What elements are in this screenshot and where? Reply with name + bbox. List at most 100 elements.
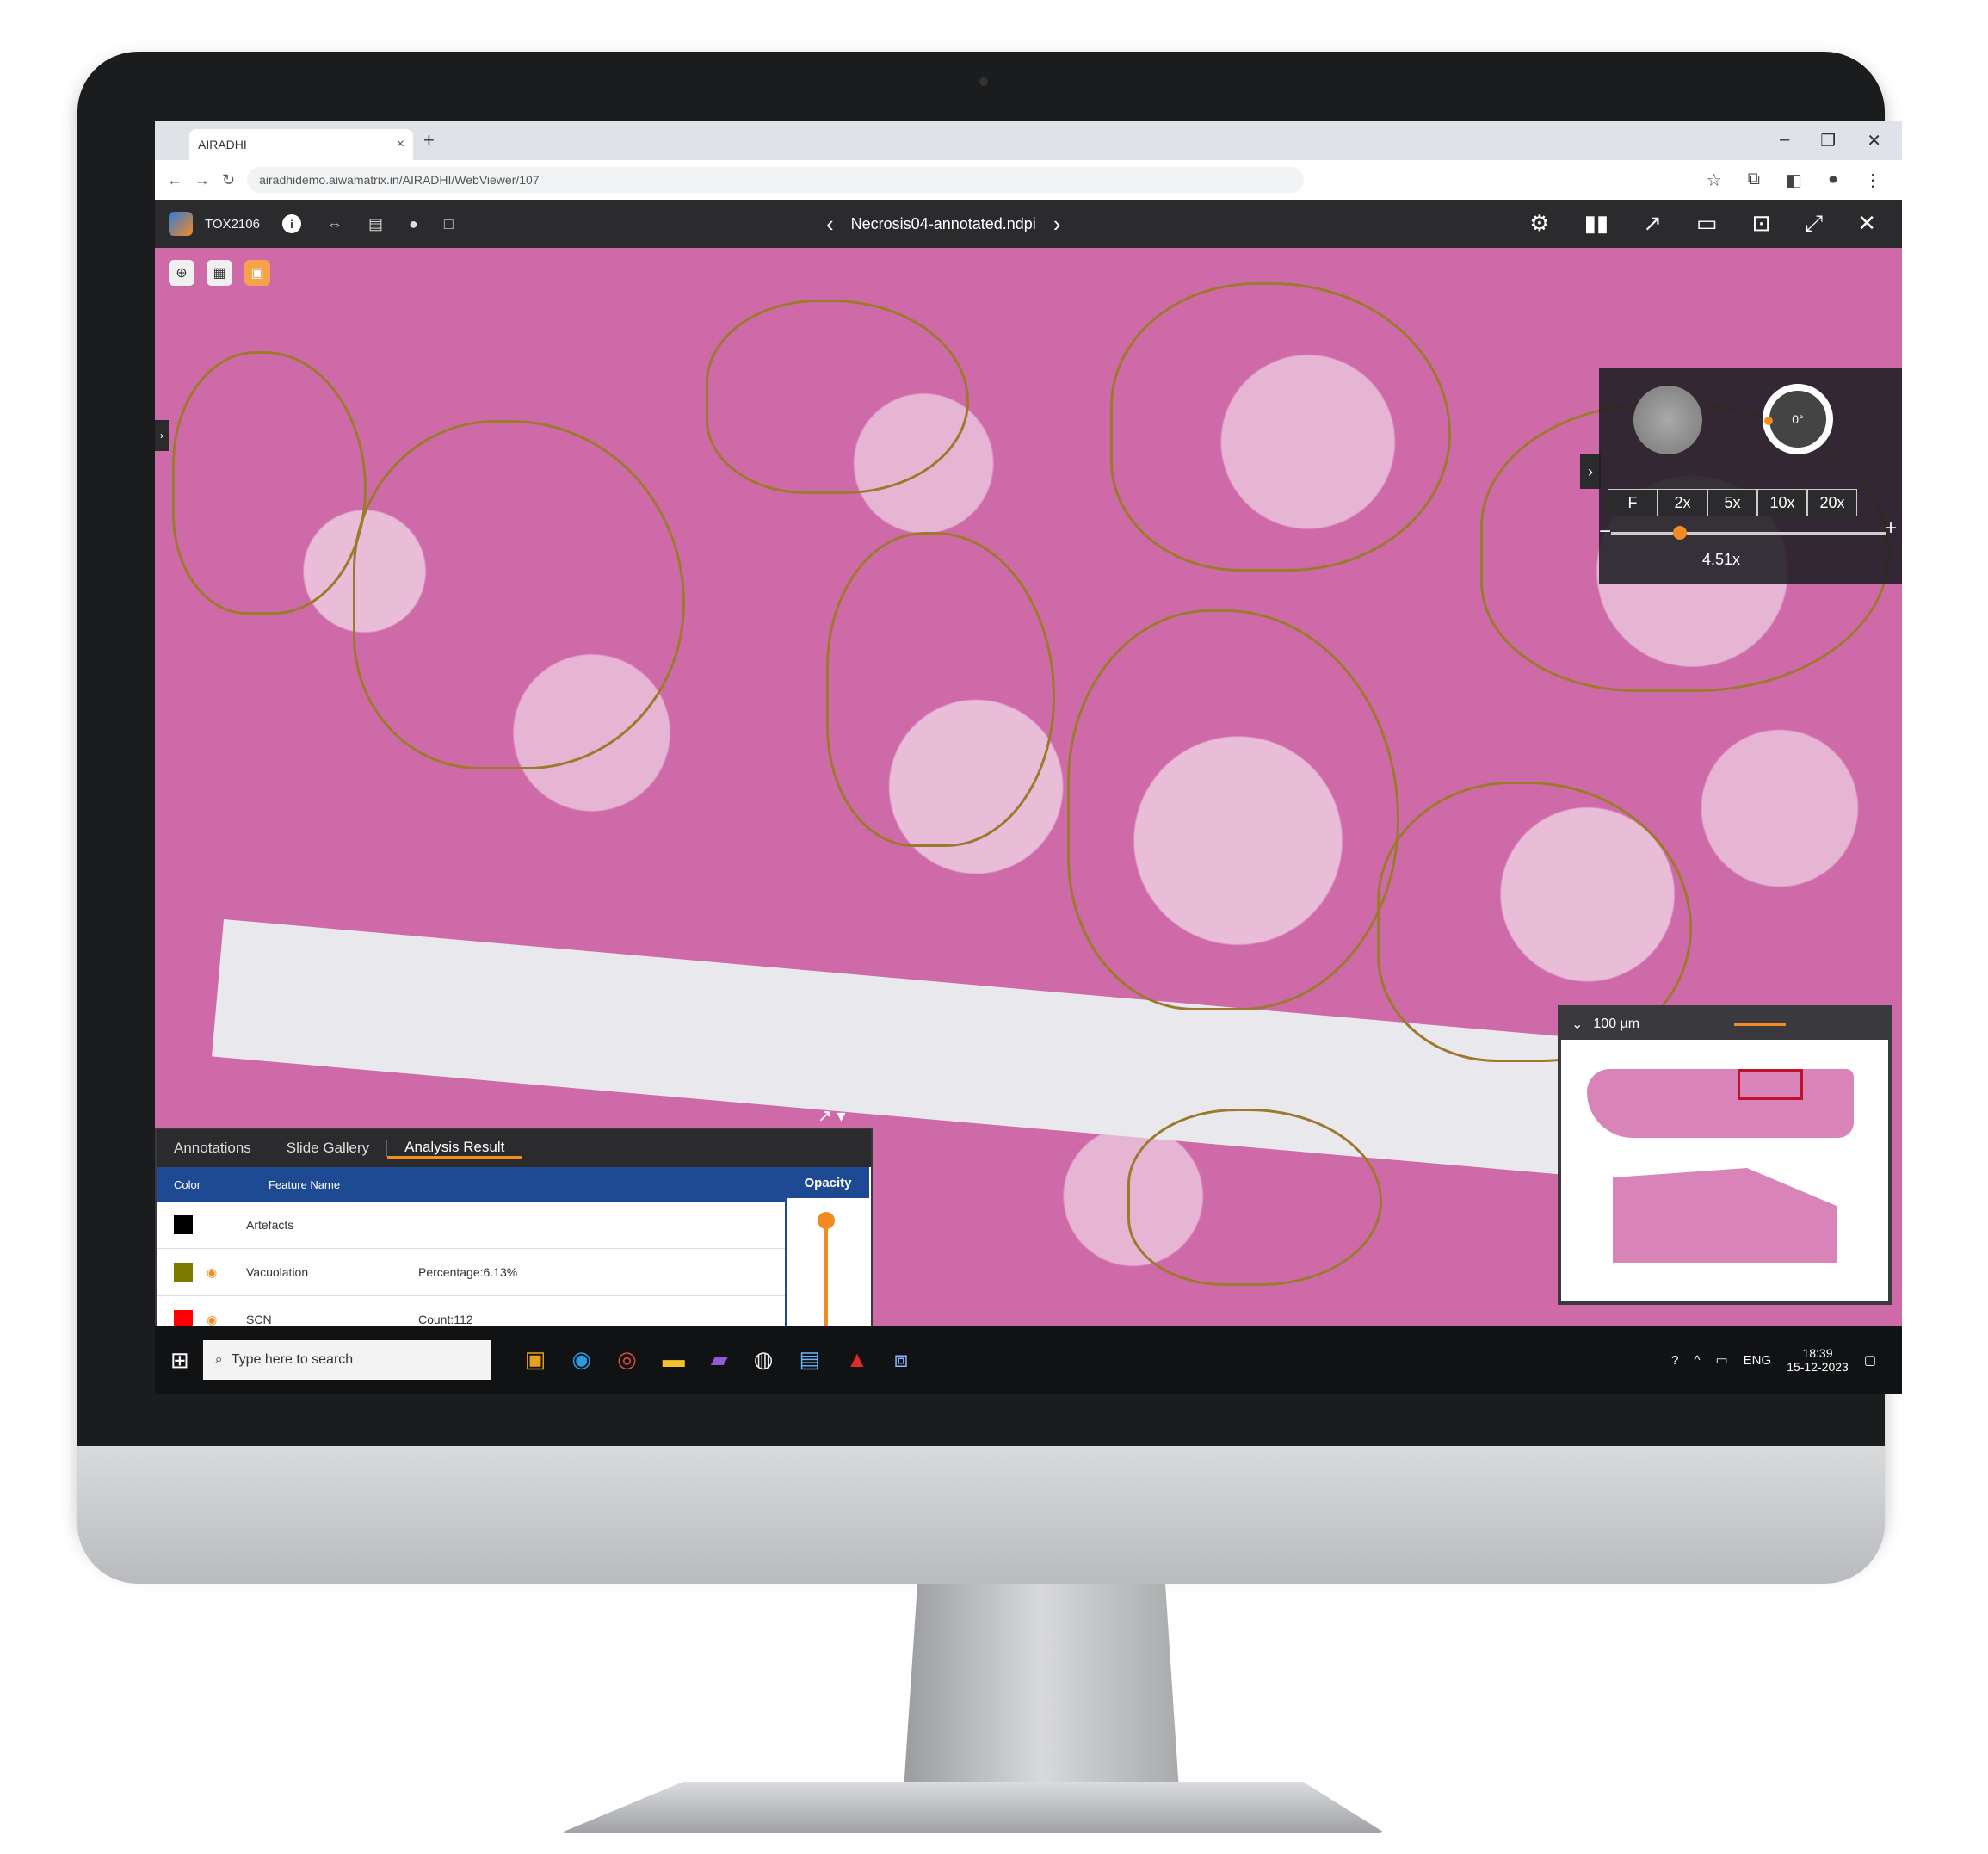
pdf-icon[interactable]: ▲ (846, 1346, 868, 1374)
minimize-button[interactable]: – (1780, 130, 1789, 151)
feature-name: Artefacts (246, 1218, 294, 1232)
left-panel-toggle[interactable]: › (155, 420, 169, 451)
extensions-icon[interactable]: ⧉ (1748, 170, 1760, 191)
file-explorer-icon[interactable]: ▬ (663, 1346, 685, 1374)
annotation-region[interactable] (353, 420, 685, 769)
pinned-apps: ▣ ◉ ◎ ▬ ▰ ◍ ▤ ▲ ⧈ (525, 1346, 909, 1374)
profile-avatar[interactable]: ● (1828, 170, 1838, 191)
zoom-out-icon[interactable]: − (1599, 520, 1611, 544)
browser-tab[interactable]: AIRADHI × (189, 129, 413, 160)
slide-minimap[interactable]: ⌄ 100 µm (1558, 1005, 1892, 1305)
zoom-20x-button[interactable]: 20x (1807, 489, 1857, 516)
analytics-chart-icon[interactable]: ▮▮ (1584, 210, 1609, 238)
tab-analysis-result[interactable]: Analysis Result (387, 1138, 523, 1159)
annotation-region[interactable] (1067, 609, 1399, 1010)
zoom-panel: 0° F 2x 5x 10x 20x − + 4.51x (1599, 368, 1902, 584)
zoom-panel-toggle[interactable]: › (1580, 454, 1601, 489)
annotation-region[interactable] (172, 351, 367, 615)
annotation-region[interactable] (1110, 282, 1451, 572)
navigation-pad[interactable] (1633, 386, 1702, 454)
webcam (979, 77, 988, 86)
dot-icon[interactable]: ● (409, 215, 418, 233)
new-tab-button[interactable]: + (423, 129, 435, 151)
panel-expand-icon[interactable]: ↗ ▾ (818, 1105, 845, 1127)
fit-width-icon[interactable]: ⇔ (327, 215, 343, 233)
sidebar-icon[interactable]: ◧ (1786, 170, 1802, 191)
grid-view-icon[interactable]: ▤ (368, 215, 383, 233)
chrome-icon[interactable]: ◎ (617, 1346, 637, 1374)
help-icon[interactable]: ? (1671, 1353, 1678, 1368)
monitor-chin (77, 1446, 1885, 1584)
screenshot-icon[interactable]: ⊡ (1752, 210, 1771, 238)
monitor-base (559, 1782, 1386, 1833)
info-icon[interactable]: i (281, 214, 301, 233)
table-row[interactable]: Artefacts (157, 1202, 785, 1249)
rotation-dial[interactable]: 0° (1763, 384, 1833, 454)
zoom-level: 4.51x (1702, 551, 1741, 568)
minimap-collapse-icon[interactable]: ⌄ (1561, 1016, 1593, 1033)
comment-icon[interactable]: ▭ (1696, 210, 1718, 238)
slide-title-nav: ‹ Necrosis04-annotated.ndpi › (809, 200, 1077, 248)
menu-dots-icon[interactable]: ⋮ (1864, 170, 1881, 191)
network-app-icon[interactable]: ⧈ (894, 1346, 909, 1374)
image-tool-icon[interactable]: ▦ (207, 260, 232, 286)
slide-viewer[interactable]: ⊕ ▦ ▣ › › 0° F 2x 5x 10x 20x − + 4.51x ⌄… (155, 248, 1902, 1394)
notification-icon[interactable]: ▢ (1864, 1352, 1876, 1368)
language-indicator[interactable]: ENG (1744, 1353, 1772, 1368)
annotation-region[interactable] (826, 532, 1055, 847)
square-icon[interactable]: □ (444, 215, 454, 233)
feature-name: Vacuolation (246, 1265, 309, 1279)
briefcase-icon[interactable]: ▣ (525, 1346, 546, 1374)
chevron-up-icon[interactable]: ^ (1694, 1353, 1700, 1368)
tab-close-icon[interactable]: × (397, 137, 404, 152)
taskbar-search[interactable]: ⌕ Type here to search (202, 1340, 491, 1380)
reload-icon[interactable]: ↻ (222, 171, 235, 189)
zoom-slider[interactable] (1611, 526, 1886, 540)
table-row[interactable]: ◉ Vacuolation Percentage:6.13% (157, 1249, 785, 1296)
share-icon[interactable]: ↗ (1643, 210, 1662, 238)
visibility-eye-icon[interactable]: ◉ (207, 1265, 220, 1280)
notes-icon[interactable]: ▤ (799, 1346, 820, 1374)
zoom-in-icon[interactable]: + (1885, 516, 1897, 541)
visibility-eye-icon[interactable]: ◉ (207, 1313, 220, 1327)
zoom-slider-handle[interactable] (1673, 526, 1687, 540)
tab-slide-gallery[interactable]: Slide Gallery (269, 1140, 388, 1157)
annotation-tool-icon[interactable]: ▣ (244, 260, 270, 286)
fullscreen-icon[interactable]: ⤢ (1805, 210, 1823, 238)
next-slide-icon[interactable]: › (1036, 211, 1078, 238)
minimap-viewport[interactable] (1738, 1069, 1803, 1100)
maximize-button[interactable]: ❐ (1820, 130, 1836, 151)
close-viewer-icon[interactable]: ✕ (1857, 210, 1876, 238)
panel-tabs: Annotations Slide Gallery Analysis Resul… (157, 1129, 871, 1167)
active-browser-icon[interactable]: ◍ (754, 1346, 774, 1374)
window-controls: – ❐ ✕ (1780, 130, 1881, 151)
edge-icon[interactable]: ◉ (571, 1346, 591, 1374)
forward-icon[interactable]: → (194, 171, 210, 189)
annotation-region[interactable] (706, 300, 969, 494)
address-bar[interactable]: airadhidemo.aiwamatrix.in/AIRADHI/WebVie… (247, 167, 1305, 193)
zoom-tool-icon[interactable]: ⊕ (169, 260, 194, 286)
prev-slide-icon[interactable]: ‹ (809, 211, 851, 238)
zoom-5x-button[interactable]: 5x (1707, 489, 1757, 516)
close-window-button[interactable]: ✕ (1867, 130, 1881, 151)
display-icon[interactable]: ▭ (1715, 1352, 1727, 1368)
folder-icon[interactable]: ▰ (711, 1346, 728, 1374)
search-icon: ⌕ (214, 1352, 223, 1367)
back-icon[interactable]: ← (167, 171, 182, 189)
bookmark-star-icon[interactable]: ☆ (1707, 170, 1722, 191)
system-clock[interactable]: 18:39 15-12-2023 (1787, 1346, 1849, 1374)
browser-toolbar: ← → ↻ airadhidemo.aiwamatrix.in/AIRADHI/… (155, 160, 1902, 201)
zoom-2x-button[interactable]: 2x (1658, 489, 1707, 516)
tab-annotations[interactable]: Annotations (157, 1140, 269, 1157)
viewer-tool-group: ⊕ ▦ ▣ (169, 260, 270, 286)
settings-gear-icon[interactable]: ⚙ (1529, 210, 1549, 238)
zoom-10x-button[interactable]: 10x (1757, 489, 1807, 516)
minimap-header: ⌄ 100 µm (1561, 1009, 1888, 1040)
screen: AIRADHI × + – ❐ ✕ ← → ↻ airadhidemo.aiwa… (155, 121, 1902, 1394)
zoom-fit-button[interactable]: F (1608, 489, 1658, 516)
column-header-feature: Feature Name (269, 1177, 341, 1191)
windows-start-icon[interactable]: ⊞ (170, 1347, 189, 1374)
slide-title: Necrosis04-annotated.ndpi (850, 214, 1036, 232)
opacity-slider-handle[interactable] (818, 1212, 835, 1229)
app-logo (169, 212, 193, 236)
